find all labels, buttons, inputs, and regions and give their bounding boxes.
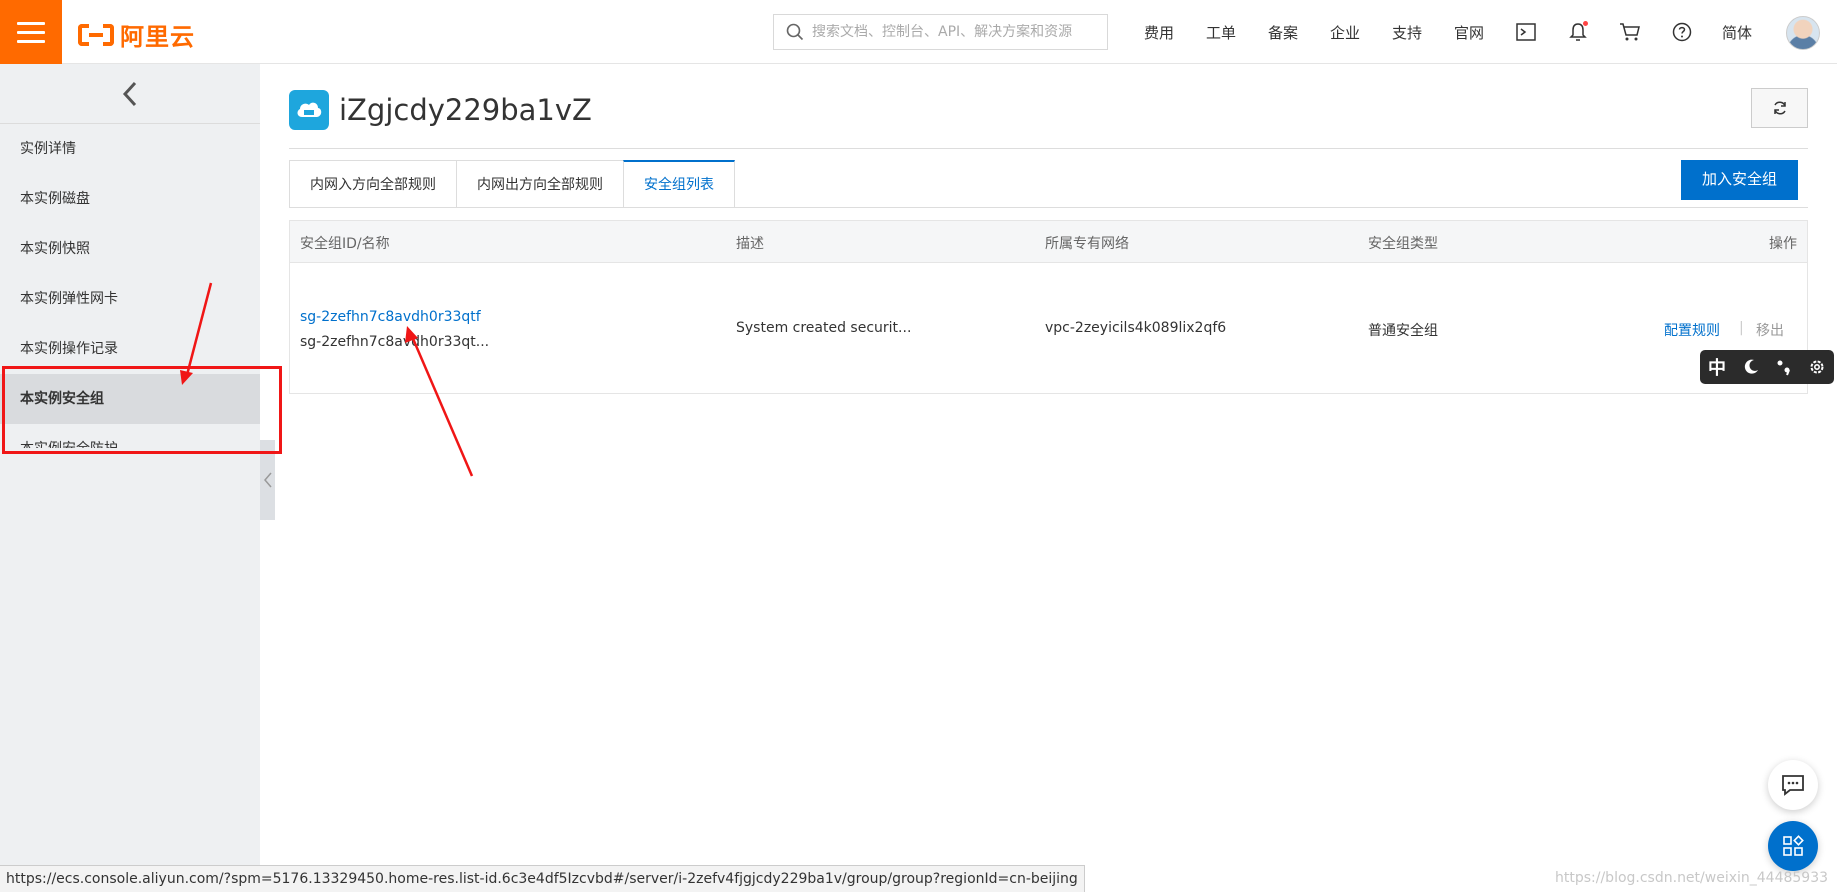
sidebar-item-snapshots[interactable]: 本实例快照 bbox=[0, 224, 260, 274]
tab-bar: 内网入方向全部规则 内网出方向全部规则 安全组列表 bbox=[289, 160, 735, 208]
col-header-vpc: 所属专有网络 bbox=[1045, 236, 1129, 252]
search-box[interactable] bbox=[773, 14, 1108, 50]
sidebar-item-disks[interactable]: 本实例磁盘 bbox=[0, 174, 260, 224]
security-group-vpc: vpc-2zeyicils4k089lix2qf6 bbox=[1045, 320, 1227, 336]
tab-inbound-rules[interactable]: 内网入方向全部规则 bbox=[289, 160, 456, 208]
chevron-left-icon bbox=[263, 472, 272, 488]
chat-icon bbox=[1782, 775, 1804, 796]
top-nav-links: 费用 工单 备案 企业 支持 官网 bbox=[1128, 0, 1500, 64]
ime-chinese-mode[interactable]: 中 bbox=[1708, 354, 1726, 380]
user-avatar[interactable] bbox=[1786, 16, 1820, 50]
nav-link-icp[interactable]: 备案 bbox=[1252, 22, 1314, 43]
bell-icon[interactable] bbox=[1552, 0, 1604, 64]
gear-icon[interactable] bbox=[1808, 358, 1826, 376]
nav-link-support[interactable]: 支持 bbox=[1376, 22, 1438, 43]
nav-link-billing[interactable]: 费用 bbox=[1128, 22, 1190, 43]
sidebar-item-instance-details[interactable]: 实例详情 bbox=[0, 124, 260, 174]
security-group-description: System created securit... bbox=[736, 320, 912, 336]
chevron-left-icon bbox=[122, 81, 137, 106]
nav-link-website[interactable]: 官网 bbox=[1438, 22, 1500, 43]
remove-link[interactable]: 移出 bbox=[1756, 320, 1784, 340]
ime-toolbar: 中 bbox=[1700, 350, 1834, 384]
table-row: sg-2zefhn7c8avdh0r33qtf sg-2zefhn7c8avdh… bbox=[290, 263, 1807, 393]
search-icon bbox=[786, 23, 804, 41]
search-input[interactable] bbox=[812, 24, 1092, 40]
logo-text: 阿里云 bbox=[120, 23, 195, 51]
configure-rules-link[interactable]: 配置规则 bbox=[1664, 320, 1720, 340]
apps-button[interactable] bbox=[1768, 821, 1818, 871]
nav-link-enterprise[interactable]: 企业 bbox=[1314, 22, 1376, 43]
sidebar-back-button[interactable] bbox=[0, 64, 260, 124]
top-nav-icons bbox=[1500, 0, 1708, 64]
col-header-type: 安全组类型 bbox=[1368, 236, 1438, 252]
nav-link-tickets[interactable]: 工单 bbox=[1190, 22, 1252, 43]
aliyun-logo-icon bbox=[78, 22, 114, 48]
aliyun-logo[interactable]: 阿里云 bbox=[78, 17, 195, 52]
refresh-icon bbox=[1773, 101, 1786, 115]
top-navbar: 阿里云 费用 工单 备案 企业 支持 官网 简体 bbox=[0, 0, 1837, 64]
security-group-type: 普通安全组 bbox=[1368, 323, 1438, 339]
terminal-icon[interactable] bbox=[1500, 0, 1552, 64]
status-bar-url: https://ecs.console.aliyun.com/?spm=5176… bbox=[0, 865, 1085, 892]
language-switch[interactable]: 简体 bbox=[1722, 22, 1752, 43]
cloud-server-icon bbox=[289, 90, 329, 130]
tab-outbound-rules[interactable]: 内网出方向全部规则 bbox=[456, 160, 623, 208]
punctuation-icon[interactable] bbox=[1776, 358, 1792, 376]
col-header-actions: 操作 bbox=[1769, 236, 1797, 252]
col-header-id-name: 安全组ID/名称 bbox=[300, 236, 390, 252]
col-header-description: 描述 bbox=[736, 236, 764, 252]
sidebar-item-eni[interactable]: 本实例弹性网卡 bbox=[0, 274, 260, 324]
refresh-button[interactable] bbox=[1751, 88, 1808, 128]
apps-icon bbox=[1783, 835, 1804, 856]
add-security-group-button[interactable]: 加入安全组 bbox=[1681, 160, 1798, 200]
security-group-id-link[interactable]: sg-2zefhn7c8avdh0r33qtf bbox=[300, 309, 481, 325]
action-separator: | bbox=[1739, 320, 1744, 336]
annotation-highlight-box bbox=[2, 366, 282, 454]
security-group-name: sg-2zefhn7c8avdh0r33qt... bbox=[300, 334, 490, 350]
sidebar: 实例详情 本实例磁盘 本实例快照 本实例弹性网卡 本实例操作记录 本实例安全组 … bbox=[0, 64, 260, 892]
instance-header: iZgjcdy229ba1vZ bbox=[289, 90, 592, 130]
watermark: https://blog.csdn.net/weixin_44485933 bbox=[1555, 870, 1829, 886]
chat-button[interactable] bbox=[1768, 760, 1818, 810]
title-divider bbox=[289, 148, 1808, 149]
tabs-divider bbox=[289, 207, 1808, 208]
moon-icon[interactable] bbox=[1742, 358, 1760, 376]
tab-security-group-list[interactable]: 安全组列表 bbox=[623, 160, 735, 208]
instance-title: iZgjcdy229ba1vZ bbox=[339, 93, 592, 127]
security-group-table: 安全组ID/名称 描述 所属专有网络 安全组类型 操作 sg-2zefhn7c8… bbox=[289, 220, 1808, 394]
notification-dot bbox=[1583, 21, 1588, 26]
hamburger-menu-button[interactable] bbox=[0, 0, 62, 64]
help-icon[interactable] bbox=[1656, 0, 1708, 64]
cart-icon[interactable] bbox=[1604, 0, 1656, 64]
table-header: 安全组ID/名称 描述 所属专有网络 安全组类型 操作 bbox=[290, 221, 1807, 263]
